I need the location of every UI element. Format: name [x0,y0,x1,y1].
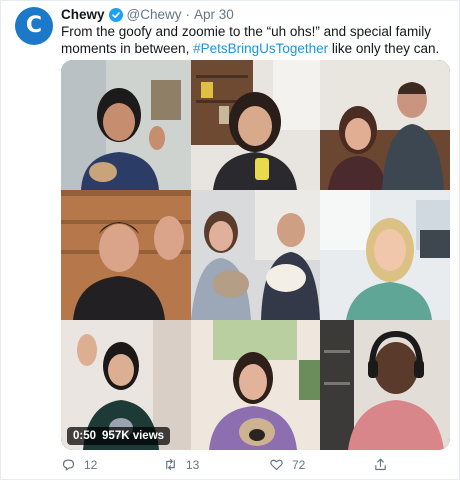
video-player[interactable] [61,60,450,450]
tweet-text: From the goofy and zoomie to the “uh ohs… [61,23,451,57]
avatar-logo: C [25,13,43,38]
share-button[interactable] [373,457,388,472]
tweet-text-after: like only they can. [328,41,440,56]
video-duration-badge: 0:50 957K views [67,427,171,445]
reply-button[interactable]: 12 [61,457,97,472]
tweet-actions: 12 13 72 [61,457,451,475]
retweet-button[interactable]: 13 [163,457,199,472]
heart-icon [270,459,283,471]
video-tile-woman-waving-with-dog [61,60,191,190]
tweet-card[interactable]: C Chewy @Chewy · Apr 30 From the goofy a… [0,0,460,480]
like-button[interactable]: 72 [269,457,305,472]
video-tile-woman-with-glasses-at-bookshelf [191,60,320,190]
like-count: 72 [292,457,306,472]
retweet-icon [166,458,175,471]
author-handle[interactable]: @Chewy [127,7,182,22]
video-tile-couple-with-dog [320,60,450,190]
share-icon [375,458,386,471]
video-tile-woman-blonde-smiling [320,190,450,320]
tweet-date[interactable]: Apr 30 [194,7,234,22]
video-tile-woman-with-pug [191,320,320,450]
header-separator: · [185,7,191,22]
avatar[interactable]: C [15,7,53,45]
video-tile-people-with-cats [191,190,320,320]
reply-count: 12 [84,457,98,472]
video-tile-man-waving-wood-wall [61,190,191,320]
video-tile-man-with-headphones [320,320,450,450]
verified-badge-icon [108,7,123,22]
hashtag-link[interactable]: #PetsBringUsTogether [193,41,328,56]
video-views: 957K views [102,430,165,442]
reply-icon [62,459,75,471]
tweet-header: Chewy @Chewy · Apr 30 [61,7,234,22]
retweet-count: 13 [186,457,200,472]
author-name[interactable]: Chewy [61,7,105,22]
video-duration: 0:50 [73,430,97,442]
